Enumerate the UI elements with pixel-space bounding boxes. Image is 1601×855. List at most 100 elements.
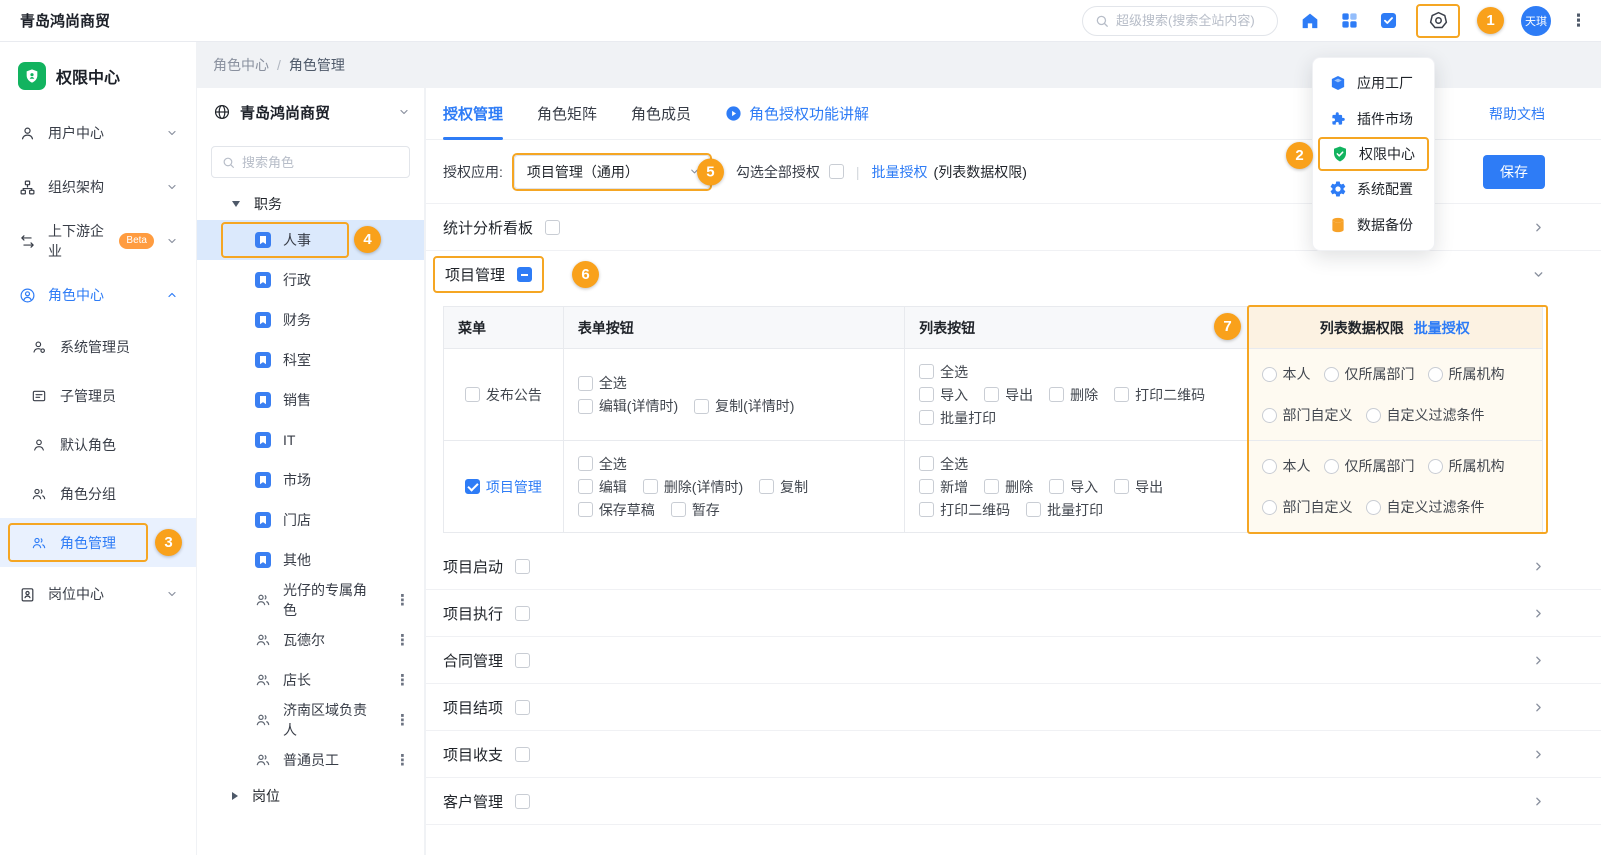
section-contract-management[interactable]: 合同管理 [426,637,1601,684]
tree-group-job[interactable]: 职务 [197,188,424,220]
more-vertical-icon[interactable]: ⋮ [391,631,414,649]
checkbox-option[interactable]: 批量打印 [1026,500,1103,520]
chevron-right-icon[interactable] [1532,795,1545,808]
menu-item-plugin-market[interactable]: 插件市场 [1313,101,1434,137]
tree-item-role[interactable]: 店长 ⋮ [197,660,424,700]
checkbox[interactable] [1026,502,1041,517]
checkbox[interactable] [694,399,709,414]
role-auth-tutorial-link[interactable]: 角色授权功能讲解 [725,103,869,124]
checkbox[interactable] [643,479,658,494]
checkbox[interactable] [984,479,999,494]
checkbox-option[interactable]: 复制 [759,477,808,497]
checkbox-option[interactable]: 打印二维码 [919,500,1010,520]
checkbox-option[interactable]: 批量打印 [919,408,996,428]
sidebar-subitem-system-admin[interactable]: 系统管理员 [0,322,196,371]
checkbox-option[interactable]: 编辑 [578,477,627,497]
tree-item-dept[interactable]: 科室 [197,340,424,380]
radio-option[interactable]: 部门自定义 [1262,405,1353,425]
checkbox-option[interactable]: 保存草稿 [578,500,655,520]
radio-option[interactable]: 仅所属部门 [1324,364,1415,384]
tree-item-dept[interactable]: 其他 [197,540,424,580]
section-project-finance[interactable]: 项目收支 [426,731,1601,778]
sidebar-subitem-sub-admin[interactable]: 子管理员 [0,371,196,420]
sidebar-item-org-structure[interactable]: 组织架构 [0,160,196,214]
role-search-input[interactable] [242,155,402,170]
checkbox[interactable] [1049,479,1064,494]
section-project-management[interactable]: 项目管理 6 [426,251,1601,298]
more-vertical-icon[interactable]: ⋮ [391,751,414,769]
radio[interactable] [1366,500,1381,515]
checkbox[interactable] [1049,387,1064,402]
checkbox-option[interactable]: 全选 [919,362,968,382]
more-vertical-icon[interactable]: ⋮ [391,591,414,609]
checkbox[interactable] [465,387,480,402]
global-search[interactable] [1082,6,1278,36]
checkbox[interactable] [1114,479,1129,494]
checkbox-option[interactable]: 编辑(详情时) [578,396,678,416]
radio-option[interactable]: 自定义过滤条件 [1366,497,1485,517]
checkbox[interactable] [919,479,934,494]
checkbox-option[interactable]: 导入 [919,385,968,405]
checkbox[interactable] [919,387,934,402]
tasks-check-icon[interactable] [1377,10,1399,32]
more-menu-icon[interactable]: ⋮ [1568,11,1589,31]
chevron-right-icon[interactable] [1532,607,1545,620]
batch-auth-link[interactable]: 批量授权 [872,162,928,182]
checkbox-option[interactable]: 复制(详情时) [694,396,794,416]
radio-option[interactable]: 仅所属部门 [1324,456,1415,476]
tree-item-dept[interactable]: 财务 [197,300,424,340]
tree-item-dept[interactable]: IT [197,420,424,460]
tree-item-dept[interactable]: 销售 [197,380,424,420]
role-search[interactable] [211,146,410,178]
radio[interactable] [1428,459,1443,474]
chevron-right-icon[interactable] [1532,221,1545,234]
app-center-icon[interactable] [1427,10,1449,32]
radio[interactable] [1324,459,1339,474]
checkbox[interactable] [759,479,774,494]
checkbox-option[interactable]: 全选 [919,454,968,474]
sidebar-item-updown-enterprise[interactable]: 上下游企业 Beta [0,214,196,268]
checkbox-option[interactable]: 导出 [984,385,1033,405]
checkbox[interactable] [671,502,686,517]
radio-option[interactable]: 自定义过滤条件 [1366,405,1485,425]
section-checkbox[interactable] [515,559,530,574]
section-customer-management[interactable]: 客户管理 [426,778,1601,825]
menu-item-data-backup[interactable]: 数据备份 [1313,207,1434,243]
section-checkbox[interactable] [515,747,530,762]
section-project-start[interactable]: 项目启动 [426,543,1601,590]
radio-option[interactable]: 本人 [1262,456,1311,476]
checkbox[interactable] [578,376,593,391]
checkbox-option[interactable]: 打印二维码 [1114,385,1205,405]
section-project-execute[interactable]: 项目执行 [426,590,1601,637]
more-vertical-icon[interactable]: ⋮ [391,671,414,689]
checkbox[interactable] [578,502,593,517]
checkbox-option[interactable]: 删除 [984,477,1033,497]
breadcrumb-parent[interactable]: 角色中心 [213,55,269,75]
tree-item-dept[interactable]: 人事 4 [197,220,424,260]
section-checkbox[interactable] [515,794,530,809]
checkbox-option[interactable]: 全选 [578,454,627,474]
checkbox[interactable] [984,387,999,402]
check-all-auth[interactable]: 勾选全部授权 [736,162,844,182]
checkbox-option[interactable]: 暂存 [671,500,720,520]
radio-option[interactable]: 部门自定义 [1262,497,1353,517]
more-vertical-icon[interactable]: ⋮ [391,711,414,729]
sidebar-subitem-role-group[interactable]: 角色分组 [0,469,196,518]
checkbox-option[interactable]: 导入 [1049,477,1098,497]
section-checkbox[interactable] [515,653,530,668]
tree-item-dept[interactable]: 门店 [197,500,424,540]
chevron-expanded-icon[interactable] [1532,268,1545,281]
global-search-input[interactable] [1116,13,1266,28]
chevron-right-icon[interactable] [1532,560,1545,573]
section-checkbox-indeterminate[interactable] [517,267,532,282]
menu-option[interactable]: 发布公告 [465,385,542,405]
menu-option[interactable]: 项目管理 [465,477,542,497]
apps-grid-icon[interactable] [1338,10,1360,32]
user-avatar[interactable]: 天琪 [1521,6,1551,36]
tab-role-members[interactable]: 角色成员 [631,88,691,140]
check-all-checkbox[interactable] [829,164,844,179]
section-checkbox[interactable] [515,606,530,621]
checkbox[interactable] [578,456,593,471]
tree-group-post[interactable]: 岗位 [197,780,424,812]
tab-auth-management[interactable]: 授权管理 [443,88,503,140]
